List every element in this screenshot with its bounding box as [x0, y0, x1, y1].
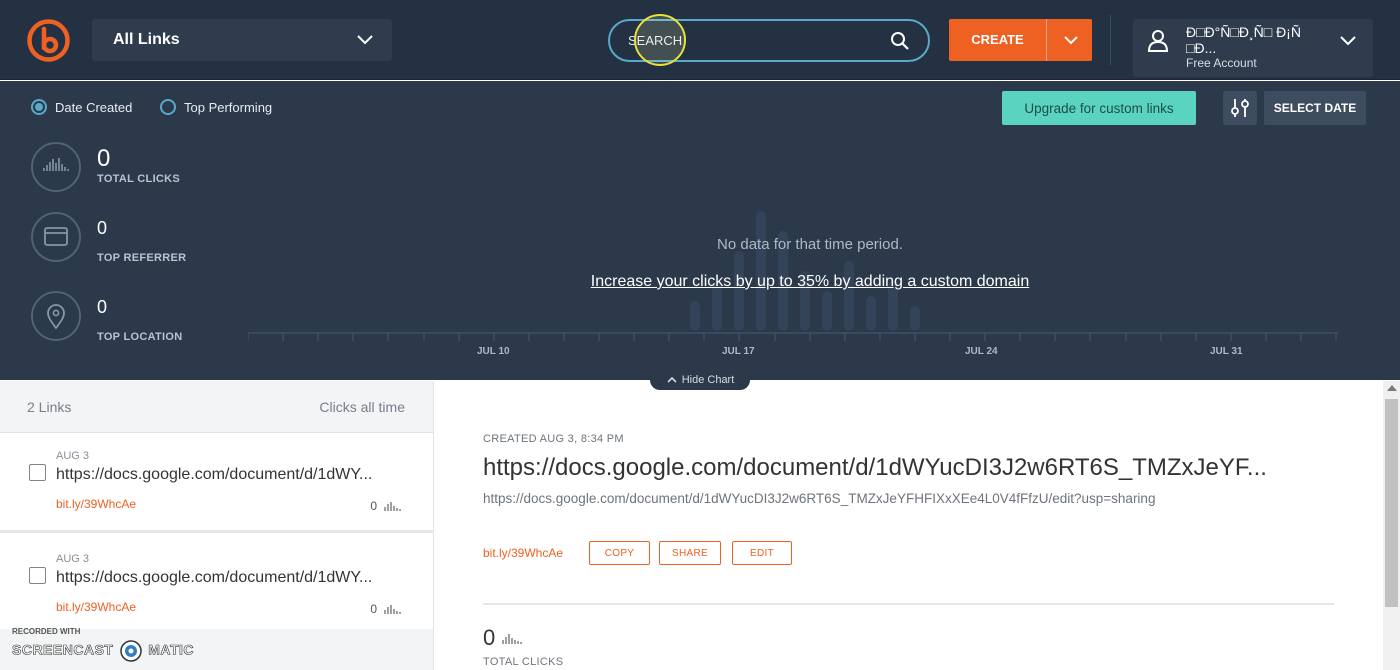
bar-chart-icon [502, 634, 522, 644]
account-plan: Free Account [1186, 56, 1257, 70]
radio-top-performing[interactable]: Top Performing [160, 99, 272, 115]
custom-domain-promo-link[interactable]: Increase your clicks by up to 35% by add… [540, 273, 1080, 291]
item-clicks-value: 0 [370, 602, 377, 616]
share-button[interactable]: SHARE [659, 541, 721, 565]
copy-button[interactable]: COPY [589, 541, 650, 565]
item-clicks-value: 0 [370, 499, 377, 513]
account-name: Ð□Ð°Ñ□Ð¸Ñ□ Ð¡Ñ□Ð... [1186, 24, 1301, 56]
radio-label: Date Created [55, 99, 133, 115]
app-root: { "header": { "links_dropdown": "All Lin… [0, 0, 1400, 670]
axis-tick-label: JUL 24 [965, 346, 998, 357]
hide-chart-label: Hide Chart [681, 374, 735, 386]
analytics-panel: Date Created Top Performing Upgrade for … [0, 81, 1400, 390]
mouse-cursor-highlight [634, 14, 686, 66]
user-icon [1147, 30, 1169, 52]
stat-value: 0 [97, 145, 111, 172]
link-title[interactable]: https://docs.google.com/document/d/1dWYu… [483, 454, 1323, 482]
item-url[interactable]: https://docs.google.com/document/d/1dWY.… [56, 466, 406, 484]
watermark-brand-left: SCREENCAST [12, 641, 114, 658]
location-pin-icon [31, 291, 81, 341]
no-data-message: No data for that time period. [717, 236, 903, 253]
select-checkbox[interactable] [29, 464, 46, 481]
long-url[interactable]: https://docs.google.com/document/d/1dWYu… [483, 491, 1155, 506]
screencast-watermark: SCREENCAST MATIC [12, 640, 194, 662]
item-date: AUG 3 [56, 553, 90, 565]
empty-chart-placeholder-bars [690, 211, 920, 331]
select-checkbox[interactable] [29, 567, 46, 584]
sort-label[interactable]: Clicks all time [319, 399, 405, 415]
search-icon[interactable] [890, 31, 910, 51]
detail-total-clicks-label: TOTAL CLICKS [483, 656, 564, 668]
detail-total-clicks-value: 0 [483, 625, 496, 650]
browser-window-icon [31, 212, 81, 262]
radio-label: Top Performing [184, 99, 273, 115]
item-url[interactable]: https://docs.google.com/document/d/1dWY.… [56, 569, 406, 587]
links-filter-dropdown[interactable]: All Links [92, 19, 392, 61]
stat-value: 0 [97, 218, 108, 238]
vertical-scrollbar[interactable] [1383, 381, 1400, 670]
item-short-link[interactable]: bit.ly/39WhcAe [56, 600, 136, 614]
stat-label: TOP REFERRER [97, 252, 187, 264]
stat-value: 0 [97, 297, 108, 317]
chevron-down-icon[interactable] [1063, 32, 1079, 48]
stat-label: TOP LOCATION [97, 331, 183, 343]
axis-tick-label: JUL 17 [722, 346, 755, 357]
create-button[interactable]: CREATE [949, 19, 1092, 61]
screencast-logo-icon [120, 640, 142, 662]
created-timestamp: CREATED AUG 3, 8:34 PM [483, 433, 624, 445]
watermark-brand-right: MATIC [148, 641, 195, 658]
upgrade-button[interactable]: Upgrade for custom links [1002, 91, 1196, 125]
list-item[interactable]: AUG 3 https://docs.google.com/document/d… [0, 536, 433, 636]
timeline-axis [248, 332, 1338, 341]
create-button-label: CREATE [949, 19, 1047, 61]
bar-chart-icon [384, 502, 401, 511]
axis-tick-label: JUL 31 [1210, 346, 1243, 357]
filter-sliders-icon [1231, 99, 1249, 117]
radio-date-created[interactable]: Date Created [31, 99, 132, 115]
top-nav-bar: All Links CREATE Ð□Ð°Ñ□Ð¸Ñ□ Ð¡Ñ□Ð... Fre… [0, 0, 1400, 80]
watermark-recorded-with: RECORDED WITH [12, 627, 81, 636]
radio-indicator[interactable] [160, 99, 176, 115]
hide-chart-toggle[interactable]: Hide Chart [650, 370, 750, 390]
item-clicks: 0 [370, 499, 403, 513]
select-date-button[interactable]: SELECT DATE [1264, 91, 1366, 125]
links-count: 2 Links [27, 399, 72, 415]
bitly-logo-icon[interactable] [26, 18, 71, 63]
edit-button[interactable]: EDIT [732, 541, 792, 565]
item-clicks: 0 [370, 602, 403, 616]
chevron-up-icon [667, 376, 677, 383]
detail-total-clicks: 0 [483, 625, 525, 651]
scrollbar-thumb[interactable] [1385, 399, 1398, 607]
chevron-down-icon [357, 35, 373, 45]
item-short-link[interactable]: bit.ly/39WhcAe [56, 497, 136, 511]
filter-button[interactable] [1223, 91, 1257, 125]
chevron-down-icon [1340, 36, 1356, 46]
radio-indicator-selected[interactable] [31, 99, 47, 115]
stat-label: TOTAL CLICKS [97, 173, 181, 185]
links-list-header: 2 Links Clicks all time [0, 381, 433, 433]
link-detail-panel: CREATED AUG 3, 8:34 PM https://docs.goog… [433, 381, 1383, 670]
bar-chart-icon [384, 605, 401, 614]
account-menu[interactable]: Ð□Ð°Ñ□Ð¸Ñ□ Ð¡Ñ□Ð... Free Account [1133, 19, 1373, 77]
links-filter-label: All Links [113, 31, 180, 48]
header-divider [1110, 15, 1111, 65]
scroll-up-arrow[interactable] [1387, 385, 1397, 391]
list-item[interactable]: AUG 3 https://docs.google.com/document/d… [0, 433, 433, 533]
section-divider [483, 603, 1334, 605]
item-date: AUG 3 [56, 450, 90, 462]
short-link[interactable]: bit.ly/39WhcAe [483, 546, 563, 560]
bar-chart-icon [31, 142, 81, 192]
axis-tick-label: JUL 10 [477, 346, 510, 357]
